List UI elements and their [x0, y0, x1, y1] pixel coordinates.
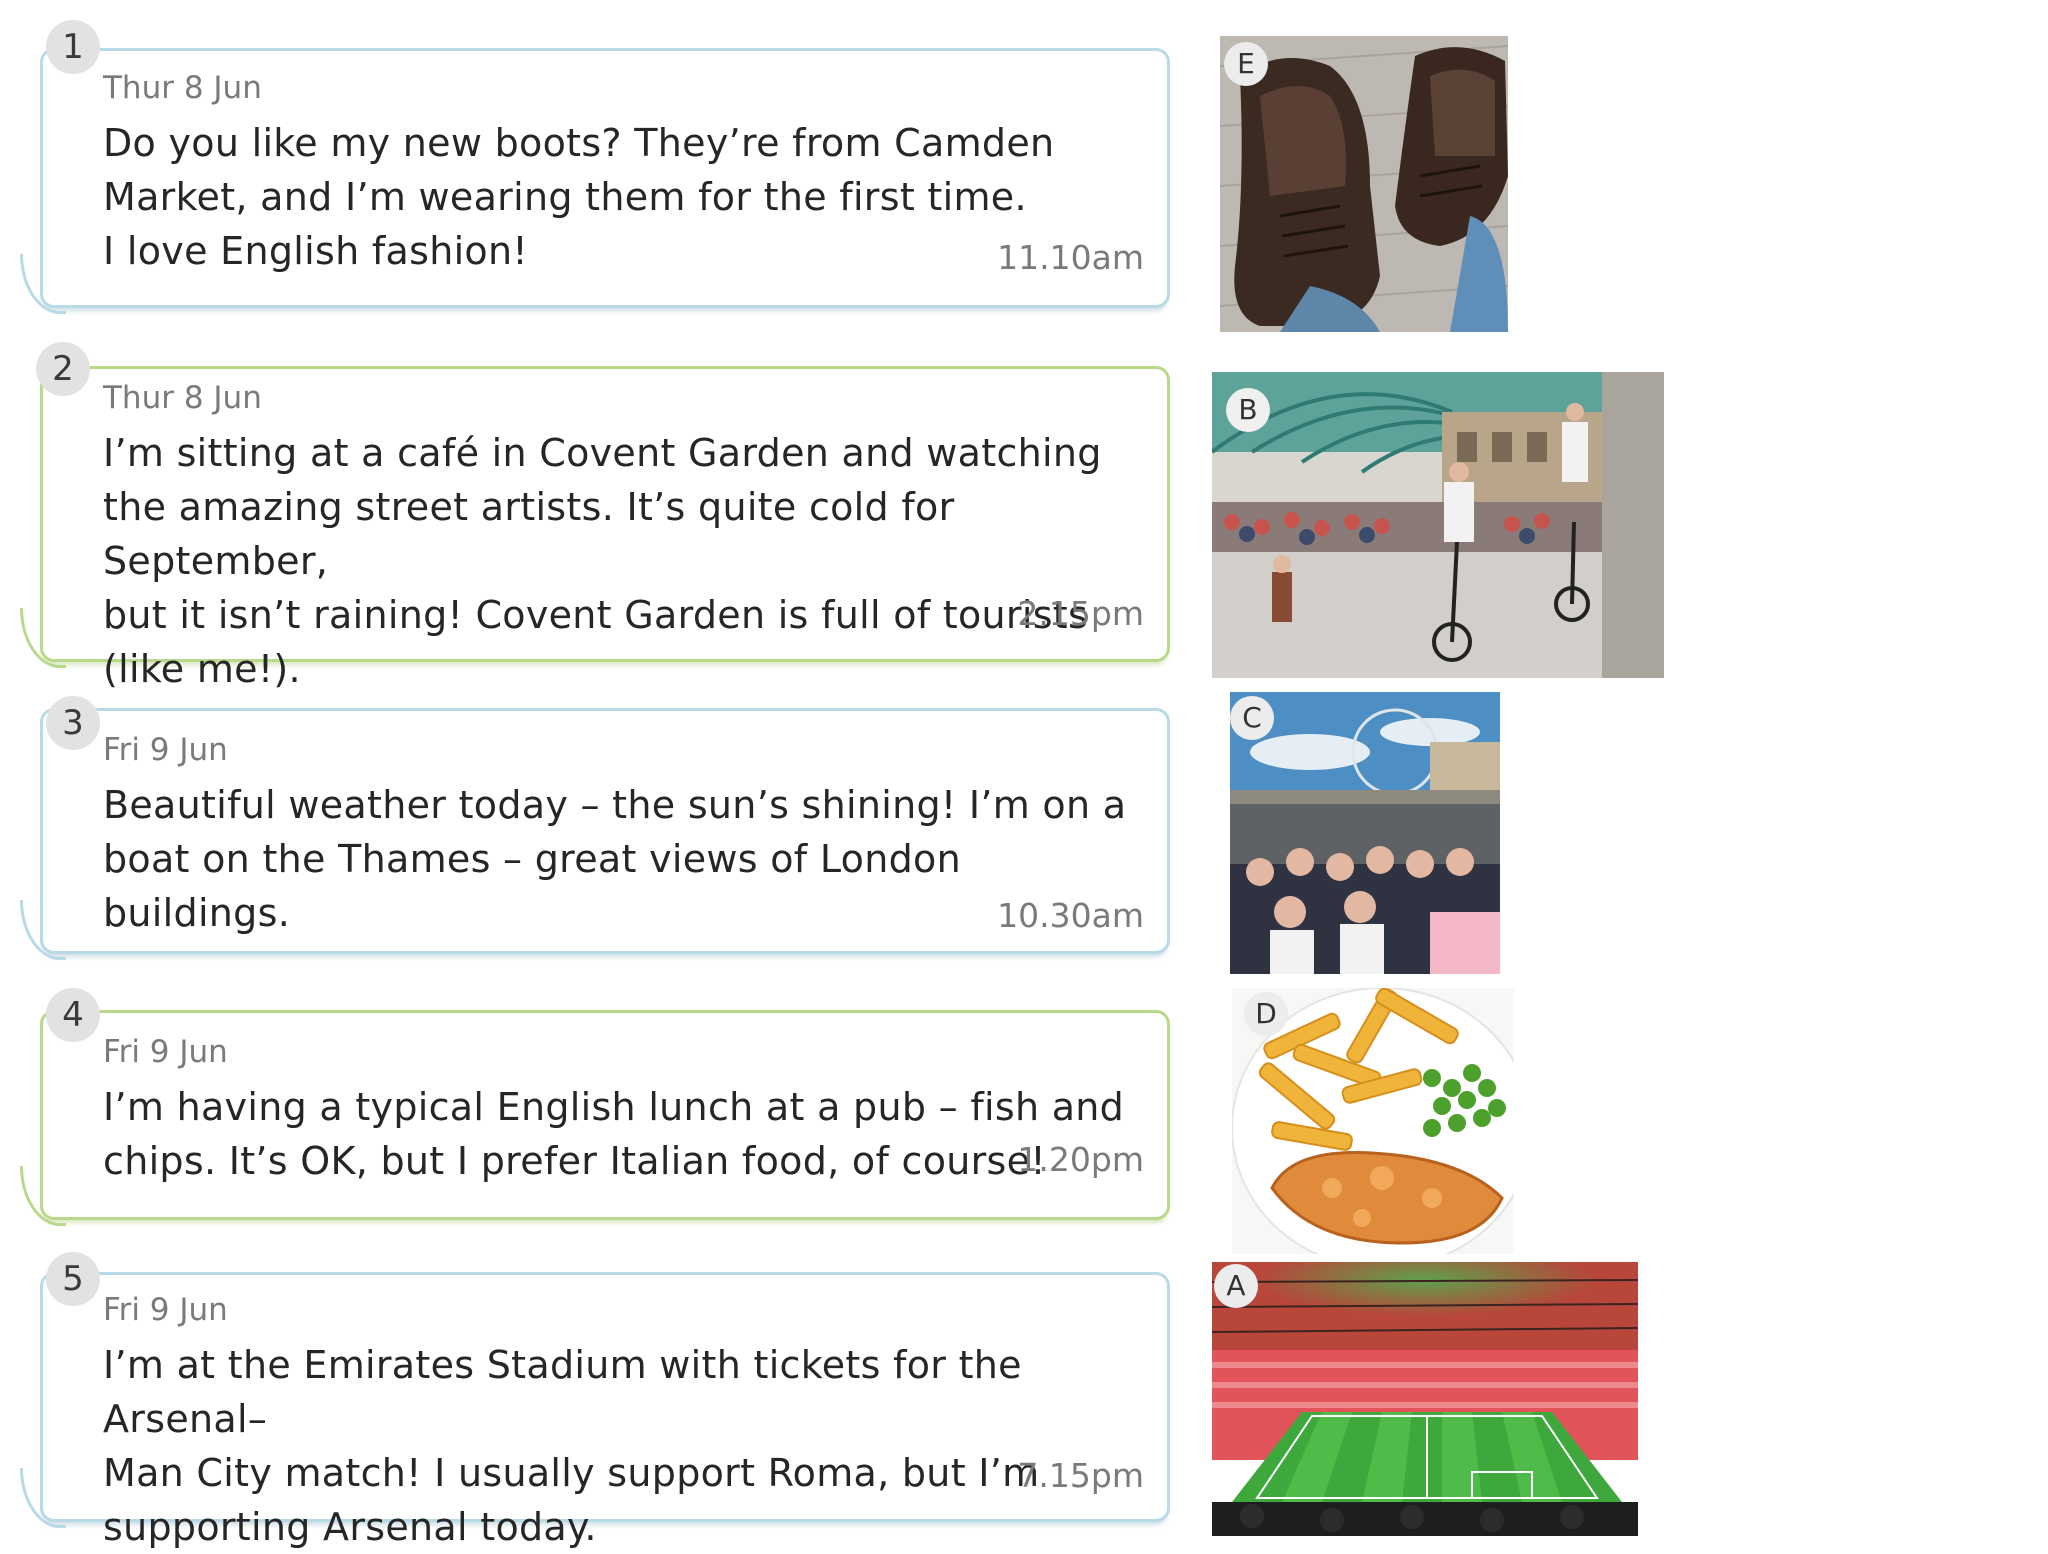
emirates-stadium-image — [1212, 1262, 1638, 1536]
message-line: Do you like my new boots? They’re from C… — [103, 121, 1055, 165]
message-line: but it isn’t raining! Covent Garden is f… — [103, 593, 1089, 637]
message-3: Fri 9 Jun Beautiful weather today – the … — [20, 708, 1170, 960]
message-time: 1.20pm — [1017, 1140, 1144, 1179]
message-number-badge: 4 — [46, 988, 100, 1042]
message-line: Man City match! I usually support Roma, … — [103, 1451, 1040, 1495]
bubble-tail — [20, 1166, 66, 1226]
message-time: 11.10am — [997, 238, 1144, 277]
message-line: Market, and I’m wearing them for the fir… — [103, 175, 1027, 219]
photo-covent-garden: B — [1212, 372, 1664, 678]
bubble-tail — [20, 900, 66, 960]
message-2: Thur 8 Jun I’m sitting at a café in Cove… — [20, 366, 1170, 691]
message-line: chips. It’s OK, but I prefer Italian foo… — [103, 1139, 1046, 1183]
message-time: 7.15pm — [1017, 1456, 1144, 1495]
message-date: Fri 9 Jun — [103, 1034, 228, 1070]
message-date: Thur 8 Jun — [103, 380, 262, 416]
photo-boots: E — [1220, 36, 1508, 332]
message-line: I’m sitting at a café in Covent Garden a… — [103, 431, 1102, 475]
message-1: Thur 8 Jun Do you like my new boots? The… — [20, 48, 1170, 314]
message-time: 10.30am — [997, 896, 1144, 935]
message-5: Fri 9 Jun I’m at the Emirates Stadium wi… — [20, 1272, 1170, 1549]
message-line: boat on the Thames – great views of Lond… — [103, 837, 961, 935]
photo-letter-badge: C — [1230, 696, 1274, 740]
photo-emirates-stadium: A — [1212, 1262, 1638, 1536]
bubble-tail — [20, 608, 66, 668]
covent-garden-image — [1212, 372, 1664, 678]
message-line: I’m at the Emirates Stadium with tickets… — [103, 1343, 1022, 1441]
message-time: 2.15pm — [1017, 594, 1144, 633]
message-line: I’m having a typical English lunch at a … — [103, 1085, 1125, 1129]
photo-thames-boat: C — [1230, 692, 1500, 974]
message-text: Beautiful weather today – the sun’s shin… — [103, 778, 1143, 940]
photo-letter-badge: A — [1214, 1264, 1258, 1308]
photo-letter-badge: B — [1226, 388, 1270, 432]
message-number-badge: 3 — [46, 696, 100, 750]
message-number-badge: 5 — [46, 1252, 100, 1306]
message-date: Thur 8 Jun — [103, 70, 262, 106]
message-text: I’m having a typical English lunch at a … — [103, 1080, 1143, 1188]
message-line: I love English fashion! — [103, 229, 528, 273]
message-date: Fri 9 Jun — [103, 1292, 228, 1328]
message-date: Fri 9 Jun — [103, 732, 228, 768]
message-text: I’m at the Emirates Stadium with tickets… — [103, 1338, 1143, 1554]
thames-boat-image — [1230, 692, 1500, 974]
message-text: Do you like my new boots? They’re from C… — [103, 116, 1143, 278]
message-text: I’m sitting at a café in Covent Garden a… — [103, 426, 1143, 696]
photo-letter-badge: E — [1224, 42, 1268, 86]
message-number-badge: 1 — [46, 20, 100, 74]
bubble-tail — [20, 1468, 66, 1528]
message-line: (like me!). — [103, 647, 301, 691]
message-line: the amazing street artists. It’s quite c… — [103, 485, 955, 583]
photo-letter-badge: D — [1244, 992, 1288, 1036]
message-4: Fri 9 Jun I’m having a typical English l… — [20, 1010, 1170, 1226]
bubble-tail — [20, 254, 66, 314]
boots-image — [1220, 36, 1508, 332]
message-number-badge: 2 — [36, 342, 90, 396]
message-line: Beautiful weather today – the sun’s shin… — [103, 783, 1127, 827]
photo-fish-and-chips: D — [1232, 988, 1514, 1254]
message-line: supporting Arsenal today. — [103, 1505, 597, 1549]
